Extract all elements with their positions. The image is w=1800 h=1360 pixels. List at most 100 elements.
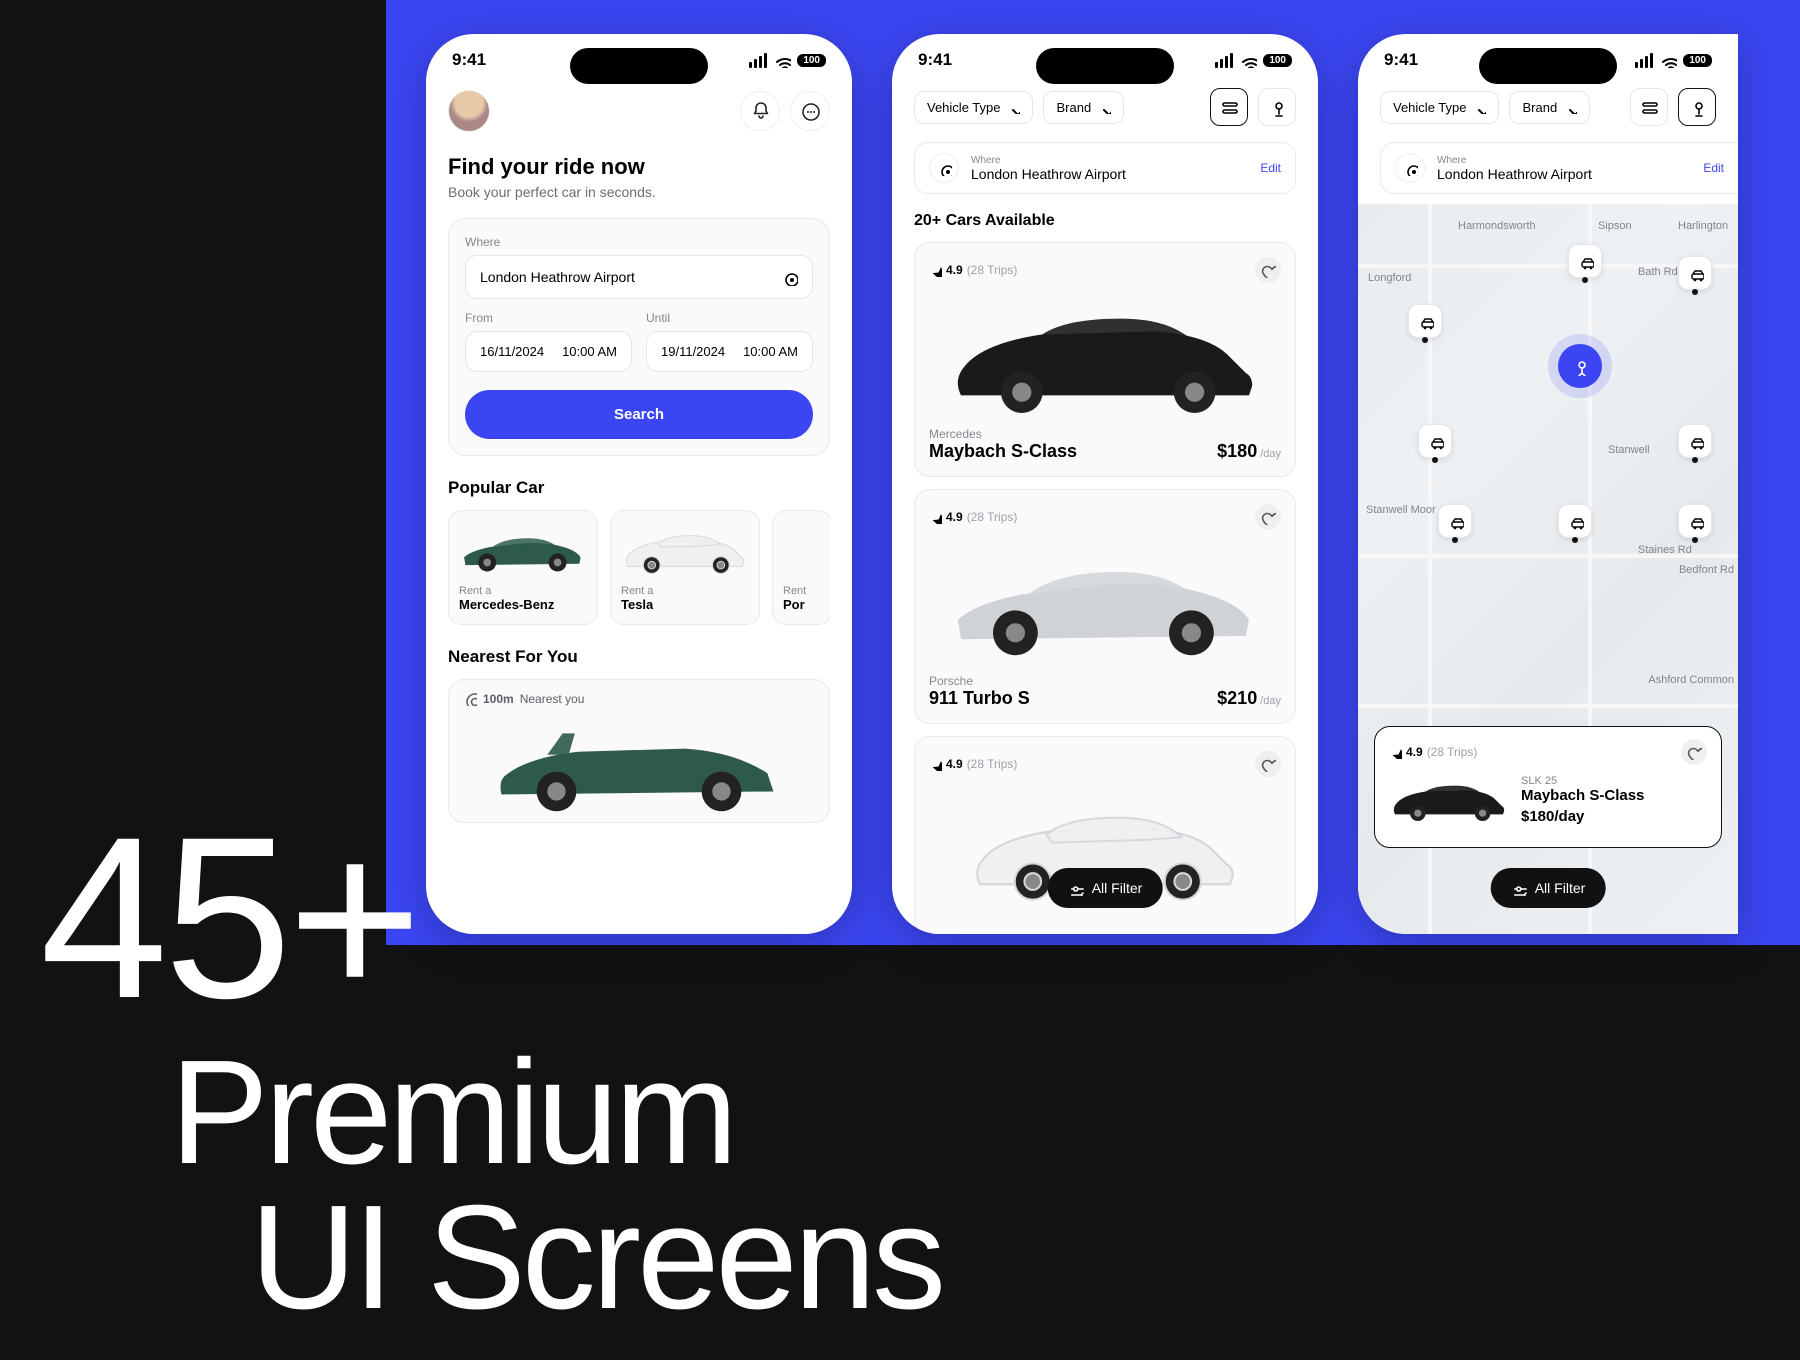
list-view-button[interactable] (1210, 88, 1248, 126)
price-per: /day (1554, 808, 1584, 825)
where-label: Where (1437, 155, 1592, 166)
messages-button[interactable] (790, 91, 830, 131)
popular-prefix: Rent a (621, 585, 749, 597)
car-pin[interactable] (1408, 304, 1442, 338)
car-pin-icon (1426, 432, 1444, 450)
map-icon (1687, 97, 1707, 117)
search-form: Where London Heathrow Airport From 16/11… (448, 218, 830, 456)
sliders-icon (1511, 880, 1527, 896)
car-model: Maybach S-Class (1521, 787, 1644, 804)
all-filter-button[interactable]: All Filter (1491, 868, 1606, 908)
heart-icon (1260, 262, 1276, 278)
filter-bar: Vehicle Type Brand (1358, 76, 1738, 138)
brand-filter[interactable]: Brand (1043, 91, 1124, 124)
car-pin[interactable] (1678, 256, 1712, 290)
car-thumb-image (1389, 770, 1509, 830)
location-summary[interactable]: Where London Heathrow Airport Edit (914, 142, 1296, 194)
where-input[interactable]: London Heathrow Airport (465, 255, 813, 299)
location-summary[interactable]: Where London Heathrow Airport Edit (1380, 142, 1738, 194)
page-subtitle: Book your perfect car in seconds. (448, 184, 830, 200)
favorite-button[interactable] (1255, 257, 1281, 283)
favorite-button[interactable] (1681, 739, 1707, 765)
from-input[interactable]: 16/11/2024 10:00 AM (465, 331, 632, 372)
car-thumb-icon (621, 526, 749, 576)
chevron-down-icon (1563, 100, 1577, 114)
vehicle-type-filter[interactable]: Vehicle Type (1380, 91, 1499, 124)
car-pin[interactable] (1438, 504, 1472, 538)
phone-home: 9:41 100 Find your ride now Book your pe… (426, 34, 852, 934)
all-filter-button[interactable]: All Filter (1048, 868, 1163, 908)
map-canvas[interactable]: Harmondsworth Sipson Harlington Longford… (1358, 204, 1738, 934)
notifications-button[interactable] (740, 91, 780, 131)
until-input[interactable]: 19/11/2024 10:00 AM (646, 331, 813, 372)
phone-map: 9:41 100 Vehicle Type Brand Where London (1358, 34, 1738, 934)
map-place-label: Harmondsworth (1458, 220, 1536, 232)
list-view-button[interactable] (1630, 88, 1668, 126)
car-model: 911 Turbo S (929, 688, 1030, 709)
car-pin-icon (1686, 432, 1704, 450)
favorite-button[interactable] (1255, 751, 1281, 777)
phone-listing: 9:41 100 Vehicle Type Brand Where London (892, 34, 1318, 934)
popular-name: Por (783, 597, 821, 612)
status-time: 9:41 (1384, 50, 1418, 70)
popular-name: Mercedes-Benz (459, 597, 587, 612)
brand-filter[interactable]: Brand (1509, 91, 1590, 124)
popular-card-porsche[interactable]: Rent Por (772, 510, 830, 625)
car-pin[interactable] (1678, 504, 1712, 538)
device-notch (570, 48, 708, 84)
filter-label: Brand (1056, 100, 1091, 115)
star-icon (929, 758, 942, 771)
listing-card-911[interactable]: 4.9 (28 Trips) Porsche 911 Turbo S $210/… (914, 489, 1296, 724)
until-label: Until (646, 311, 813, 325)
filter-label: Vehicle Type (927, 100, 1000, 115)
user-avatar[interactable] (448, 90, 490, 132)
bell-icon (749, 100, 771, 122)
popular-card-tesla[interactable]: Rent a Tesla (610, 510, 760, 625)
car-pin[interactable] (1568, 244, 1602, 278)
nearest-suffix: Nearest you (520, 692, 585, 706)
car-pin[interactable] (1418, 424, 1452, 458)
from-time: 10:00 AM (562, 344, 617, 359)
car-pin[interactable] (1678, 424, 1712, 458)
search-button[interactable]: Search (465, 390, 813, 439)
edit-location-link[interactable]: Edit (1703, 161, 1724, 175)
popular-prefix: Rent a (459, 585, 587, 597)
nearest-card[interactable]: 100m Nearest you (448, 679, 830, 823)
trips-count: (28 Trips) (967, 510, 1018, 524)
star-icon (929, 511, 942, 524)
map-view-button[interactable] (1258, 88, 1296, 126)
listing-card-maybach[interactable]: 4.9 (28 Trips) Mercedes Maybach S-Class … (914, 242, 1296, 477)
heart-icon (1260, 509, 1276, 525)
nearest-distance: 100m (483, 692, 514, 706)
trips-count: (28 Trips) (1427, 745, 1478, 759)
rating-value: 4.9 (946, 263, 963, 277)
chevron-down-icon (1097, 100, 1111, 114)
my-location-marker[interactable] (1558, 344, 1602, 388)
map-view-button[interactable] (1678, 88, 1716, 126)
promo-canvas: 45+ Premium UI Screens 9:41 100 (0, 0, 1800, 1360)
chevron-down-icon (1472, 100, 1486, 114)
where-value: London Heathrow Airport (971, 166, 1126, 182)
wifi-icon (1659, 52, 1677, 68)
rating-value: 4.9 (946, 510, 963, 524)
map-selected-card[interactable]: 4.9 (28 Trips) SLK 25 Maybach S-Class $1… (1374, 726, 1722, 848)
listing-code: SLK 25 (1521, 775, 1644, 787)
headline-line-2: Premium (170, 1040, 942, 1185)
availability-heading: 20+ Cars Available (914, 212, 1296, 230)
all-filter-label: All Filter (1092, 880, 1143, 896)
cellular-icon (1635, 53, 1653, 68)
map-place-label: Sipson (1598, 220, 1632, 232)
device-notch (1036, 48, 1174, 84)
cellular-icon (1215, 53, 1233, 68)
until-time: 10:00 AM (743, 344, 798, 359)
map-place-label: Bedfont Rd (1679, 564, 1734, 576)
person-icon (1570, 356, 1590, 376)
vehicle-type-filter[interactable]: Vehicle Type (914, 91, 1033, 124)
edit-location-link[interactable]: Edit (1260, 161, 1281, 175)
favorite-button[interactable] (1255, 504, 1281, 530)
car-pin[interactable] (1558, 504, 1592, 538)
car-image (945, 297, 1265, 417)
popular-card-mercedes[interactable]: Rent a Mercedes-Benz (448, 510, 598, 625)
popular-list[interactable]: Rent a Mercedes-Benz Rent a Tesla Rent P… (448, 510, 830, 625)
car-pin-icon (1446, 512, 1464, 530)
